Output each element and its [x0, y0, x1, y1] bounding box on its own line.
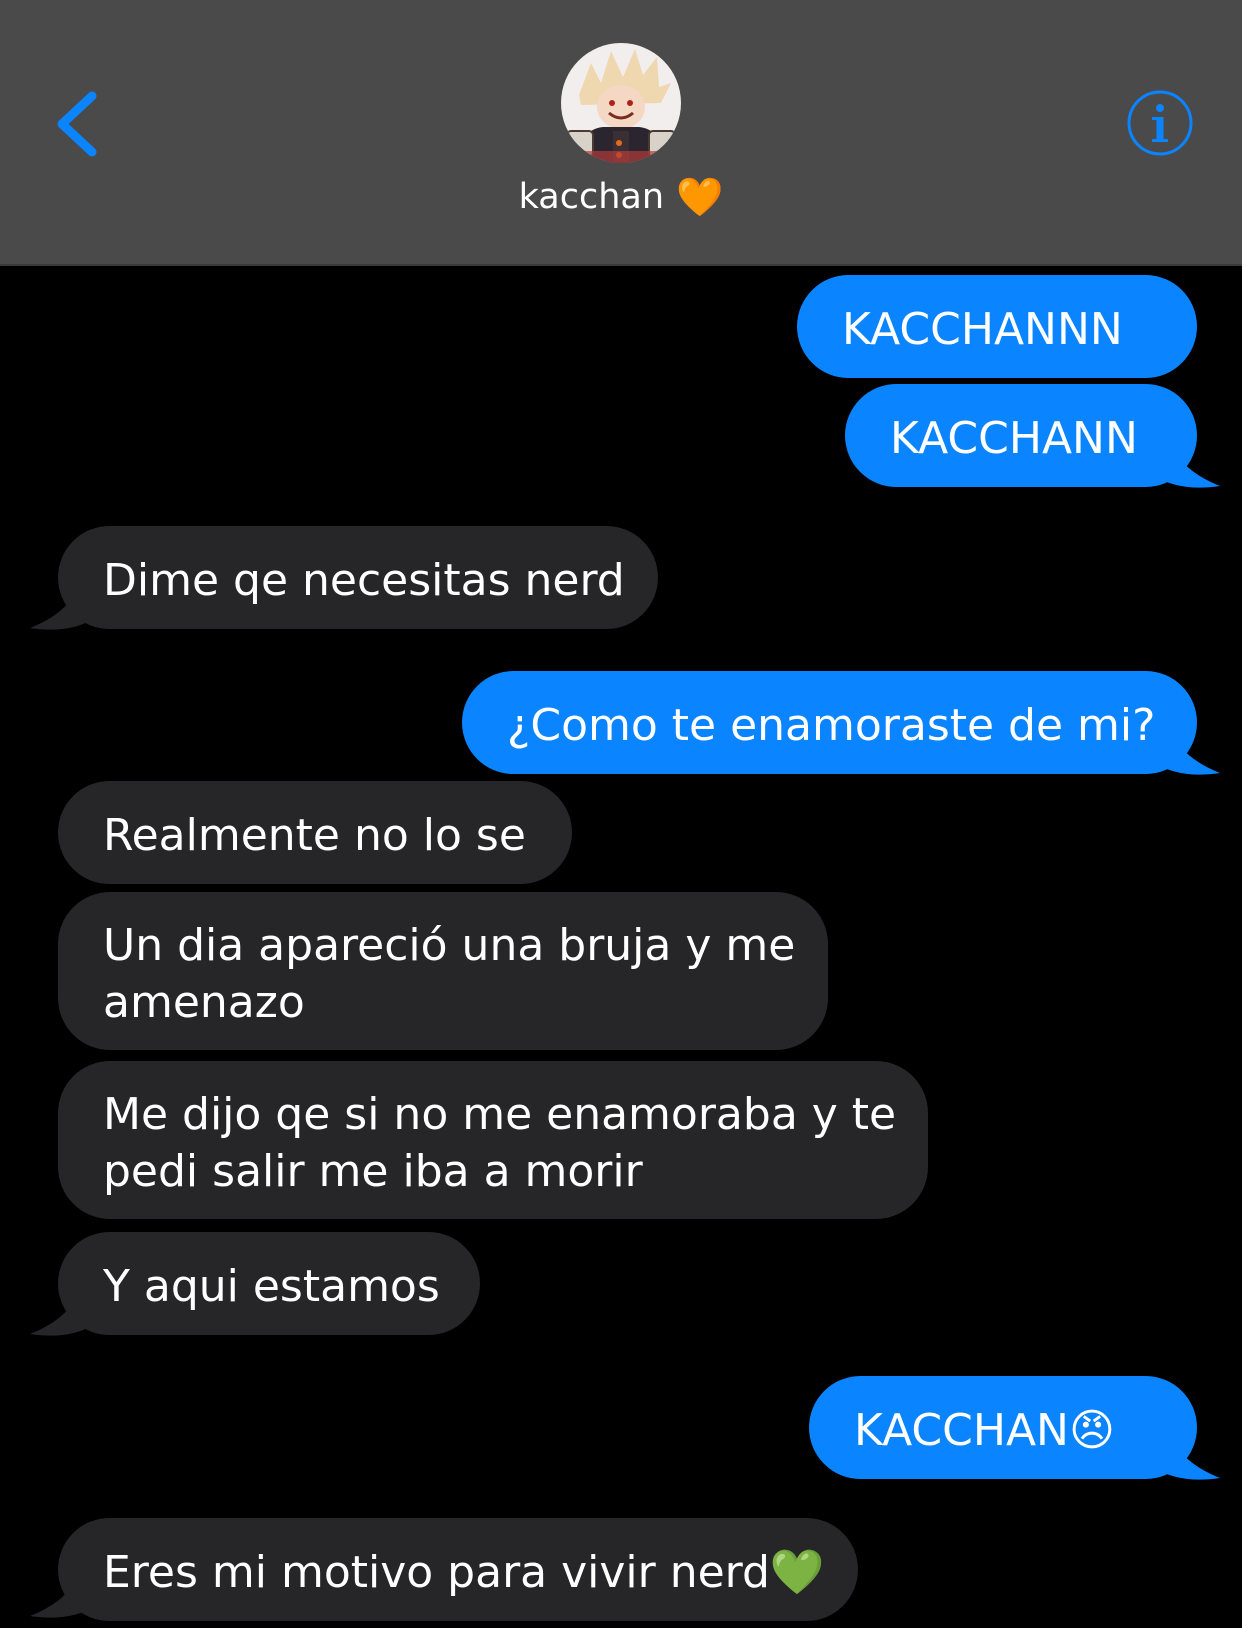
message-thread[interactable]: KACCHANNN KACCHANN Dime qe necesitas ner…	[0, 266, 1242, 1628]
avatar-image	[561, 43, 681, 163]
green-heart-icon: 💚	[769, 1547, 825, 1598]
message-text-line: pedi salir me iba a morir	[103, 1146, 643, 1197]
received-message[interactable]: Dime qe necesitas nerd	[58, 526, 658, 629]
message-text-line: Un dia apareció una bruja y me	[103, 920, 796, 971]
received-message[interactable]: Realmente no lo se	[58, 781, 572, 884]
contact-name[interactable]: kacchan 🧡	[0, 175, 1242, 220]
bubble-tail	[30, 1284, 100, 1336]
received-message[interactable]: Un dia apareció una bruja y me amenazo	[58, 892, 828, 1050]
message-text-line: Me dijo qe si no me enamoraba y te	[103, 1089, 897, 1140]
message-text: KACCHANN	[890, 413, 1138, 464]
message-text: Dime qe necesitas nerd	[103, 555, 625, 606]
contact-avatar[interactable]	[561, 43, 681, 163]
received-message[interactable]: Me dijo qe si no me enamoraba y te pedi …	[58, 1061, 928, 1219]
received-message[interactable]: Eres mi motivo para vivir nerd💚	[58, 1518, 858, 1621]
message-text: ¿Como te enamoraste de mi?	[507, 700, 1156, 751]
message-text: KACCHANNN	[842, 304, 1123, 355]
sent-message[interactable]: KACCHANN	[845, 384, 1197, 487]
info-circle-icon	[1127, 90, 1193, 156]
sent-message[interactable]: KACCHANNN	[797, 275, 1197, 378]
chevron-left-icon	[57, 91, 97, 157]
orange-heart-icon: 🧡	[676, 175, 724, 219]
bubble-tail	[30, 578, 100, 630]
sent-message[interactable]: KACCHAN😠	[809, 1376, 1197, 1479]
sent-message[interactable]: ¿Como te enamoraste de mi?	[462, 671, 1197, 774]
angry-face-icon: 😠	[1068, 1405, 1115, 1456]
info-button[interactable]	[1126, 89, 1194, 157]
bubble-tail	[30, 1566, 100, 1618]
back-button[interactable]	[52, 86, 112, 166]
message-text: KACCHAN	[854, 1405, 1069, 1456]
conversation-header: kacchan 🧡	[0, 0, 1242, 266]
message-text: Y aqui estamos	[103, 1261, 440, 1312]
bubble-tail	[1150, 1428, 1220, 1480]
received-message[interactable]: Y aqui estamos	[58, 1232, 480, 1335]
bubble-tail	[1150, 723, 1220, 775]
message-text: Eres mi motivo para vivir nerd	[103, 1547, 770, 1598]
bubble-tail	[1150, 436, 1220, 488]
message-text: Realmente no lo se	[103, 810, 526, 861]
contact-name-text: kacchan	[518, 177, 665, 217]
message-text-line: amenazo	[103, 977, 305, 1028]
